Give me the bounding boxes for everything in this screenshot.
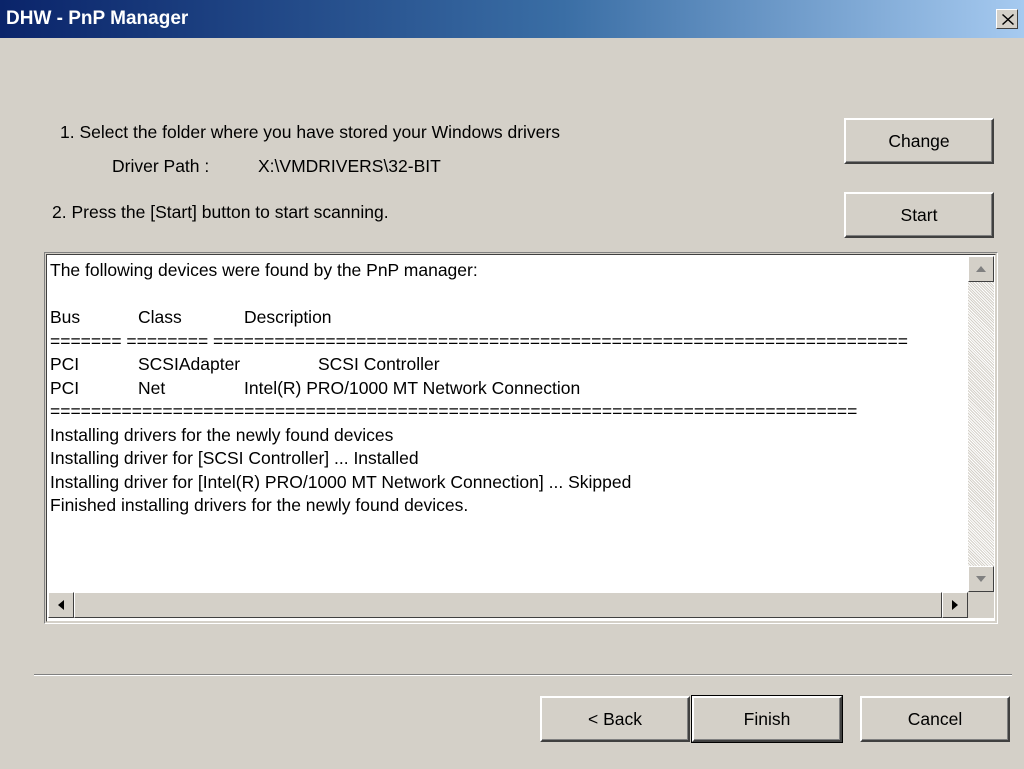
close-button[interactable] xyxy=(996,9,1018,29)
scrollbar-corner xyxy=(968,592,994,618)
log-viewport[interactable]: The following devices were found by the … xyxy=(46,254,996,622)
device-description: SCSI Controller xyxy=(318,354,440,374)
log-output-box[interactable]: The following devices were found by the … xyxy=(44,252,998,624)
log-message: Installing driver for [Intel(R) PRO/1000… xyxy=(50,471,632,492)
back-button[interactable]: < Back xyxy=(540,696,690,742)
arrow-left-icon xyxy=(58,600,64,610)
log-intro: The following devices were found by the … xyxy=(50,260,478,280)
step2-instruction: 2. Press the [Start] button to start sca… xyxy=(52,202,389,222)
log-message: Finished installing drivers for the newl… xyxy=(50,495,469,515)
arrow-down-icon xyxy=(976,576,986,582)
start-button[interactable]: Start xyxy=(844,192,994,238)
arrow-right-icon xyxy=(952,600,958,610)
scroll-up-button[interactable] xyxy=(968,256,994,282)
scroll-right-button[interactable] xyxy=(942,592,968,618)
scroll-down-button[interactable] xyxy=(968,566,994,592)
footer-divider xyxy=(34,674,1012,676)
close-icon xyxy=(1002,14,1014,25)
change-button[interactable]: Change xyxy=(844,118,994,164)
header-bus: Bus xyxy=(50,307,81,327)
log-header-row: Bus Class Description xyxy=(50,306,960,330)
horizontal-scroll-thumb[interactable] xyxy=(74,592,942,618)
title-bar[interactable]: DHW - PnP Manager xyxy=(0,0,1024,38)
cancel-button[interactable]: Cancel xyxy=(860,696,1010,742)
device-class: SCSIAdapter xyxy=(138,354,241,374)
device-class: Net xyxy=(138,377,166,398)
scroll-left-button[interactable] xyxy=(48,592,74,618)
window-title: DHW - PnP Manager xyxy=(6,8,189,29)
log-blank-line xyxy=(50,283,960,307)
device-bus: PCI xyxy=(50,377,80,398)
log-message: Installing driver for [SCSI Controller] … xyxy=(50,448,419,468)
driver-path-label: Driver Path : xyxy=(112,156,210,176)
step1-instruction: 1. Select the folder where you have stor… xyxy=(60,122,560,142)
arrow-up-icon xyxy=(976,266,986,272)
log-text: The following devices were found by the … xyxy=(50,259,960,518)
device-row: PCI Net Intel(R) PRO/1000 MT Network Con… xyxy=(50,377,960,401)
header-description: Description xyxy=(244,307,332,327)
horizontal-scrollbar[interactable] xyxy=(48,592,968,618)
vertical-scrollbar[interactable] xyxy=(968,256,994,592)
log-header-separator: ======= ======== =======================… xyxy=(50,330,908,351)
log-footer-separator: ========================================… xyxy=(50,401,858,421)
finish-button[interactable]: Finish xyxy=(691,695,843,743)
device-row: PCI SCSIAdapter SCSI Controller xyxy=(50,353,960,377)
device-bus: PCI xyxy=(50,354,80,374)
header-class: Class xyxy=(138,307,182,327)
device-description: Intel(R) PRO/1000 MT Network Connection xyxy=(244,377,581,398)
driver-path-value: X:\VMDRIVERS\32-BIT xyxy=(258,156,441,176)
log-message: Installing drivers for the newly found d… xyxy=(50,424,394,445)
